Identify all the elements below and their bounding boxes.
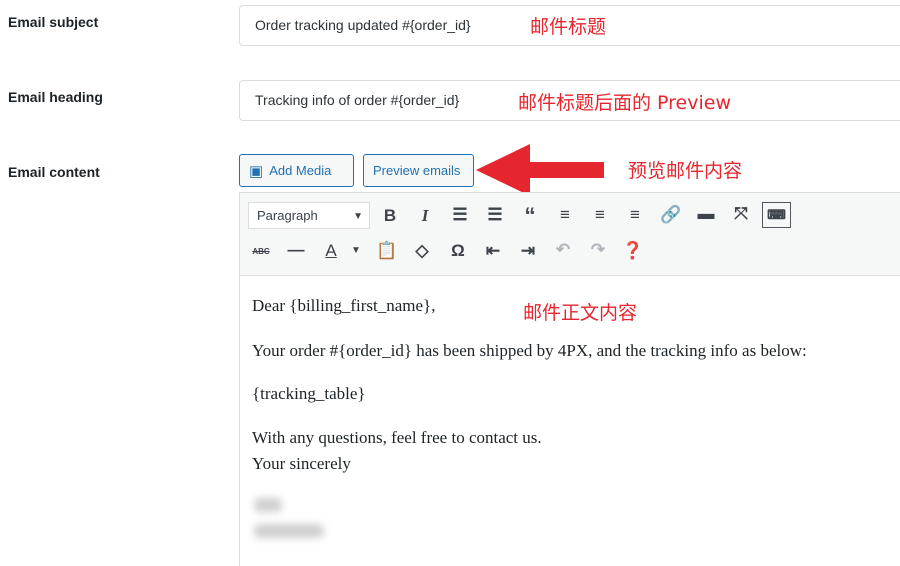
email-heading-label: Email heading (8, 89, 103, 105)
read-more-icon[interactable]: ▬ (693, 204, 719, 224)
link-icon[interactable]: 🔗 (658, 205, 684, 225)
clear-formatting-icon[interactable]: ◇ (409, 241, 435, 261)
body-line: Your sincerely (252, 454, 351, 473)
email-subject-label: Email subject (8, 14, 99, 30)
body-line: Your order #{order_id} has been shipped … (252, 341, 807, 360)
preview-emails-label: Preview emails (373, 163, 461, 178)
annotation-subject: 邮件标题 (530, 16, 607, 38)
blurred-signature (254, 498, 282, 512)
annotation-heading: 邮件标题后面的 Preview (518, 92, 731, 114)
arrow-annotation (476, 144, 604, 196)
format-value: Paragraph (257, 208, 318, 223)
format-select[interactable]: Paragraph ▼ (248, 202, 370, 229)
email-content-label: Email content (8, 164, 100, 180)
align-left-icon[interactable]: ≡ (552, 205, 578, 225)
toolbar-toggle-icon[interactable]: ⌨ (762, 202, 791, 228)
italic-icon[interactable]: I (412, 206, 438, 226)
blockquote-icon[interactable]: “ (517, 203, 543, 229)
horizontal-line-icon[interactable]: — (283, 240, 309, 260)
bold-icon[interactable]: B (377, 206, 403, 226)
add-media-button[interactable]: ▣ Add Media (239, 154, 354, 187)
annotation-content: 预览邮件内容 (628, 160, 743, 182)
media-icon: ▣ (249, 162, 264, 180)
add-media-label: Add Media (269, 163, 332, 178)
undo-icon[interactable]: ↶ (550, 240, 576, 260)
paste-text-icon[interactable]: 📋 (374, 241, 400, 261)
align-center-icon[interactable]: ≡ (587, 205, 613, 225)
blurred-signature (254, 524, 324, 538)
align-right-icon[interactable]: ≡ (622, 205, 648, 225)
redo-icon[interactable]: ↷ (585, 240, 611, 260)
help-icon[interactable]: ❓ (620, 241, 646, 261)
editor-toolbar: Paragraph ▼ B I ☰ ☰ “ ≡ ≡ ≡ 🔗 ▬ ⤧ ⌨ ABC —… (239, 192, 900, 276)
strikethrough-icon[interactable]: ABC (248, 247, 274, 256)
fullscreen-icon[interactable]: ⤧ (728, 204, 754, 224)
chevron-down-icon[interactable]: ▼ (343, 245, 369, 256)
outdent-icon[interactable]: ⇤ (480, 241, 506, 261)
annotation-body: 邮件正文内容 (523, 302, 638, 324)
special-character-icon[interactable]: Ω (445, 241, 471, 261)
numbered-list-icon[interactable]: ☰ (482, 205, 508, 225)
body-line: {tracking_table} (252, 384, 366, 403)
chevron-down-icon: ▼ (353, 211, 363, 222)
body-line: Dear {billing_first_name}, (252, 296, 436, 315)
text-color-icon[interactable]: A (318, 241, 344, 261)
body-line: With any questions, feel free to contact… (252, 428, 542, 447)
preview-emails-button[interactable]: Preview emails (363, 154, 474, 187)
indent-icon[interactable]: ⇥ (515, 241, 541, 261)
bullet-list-icon[interactable]: ☰ (447, 205, 473, 225)
